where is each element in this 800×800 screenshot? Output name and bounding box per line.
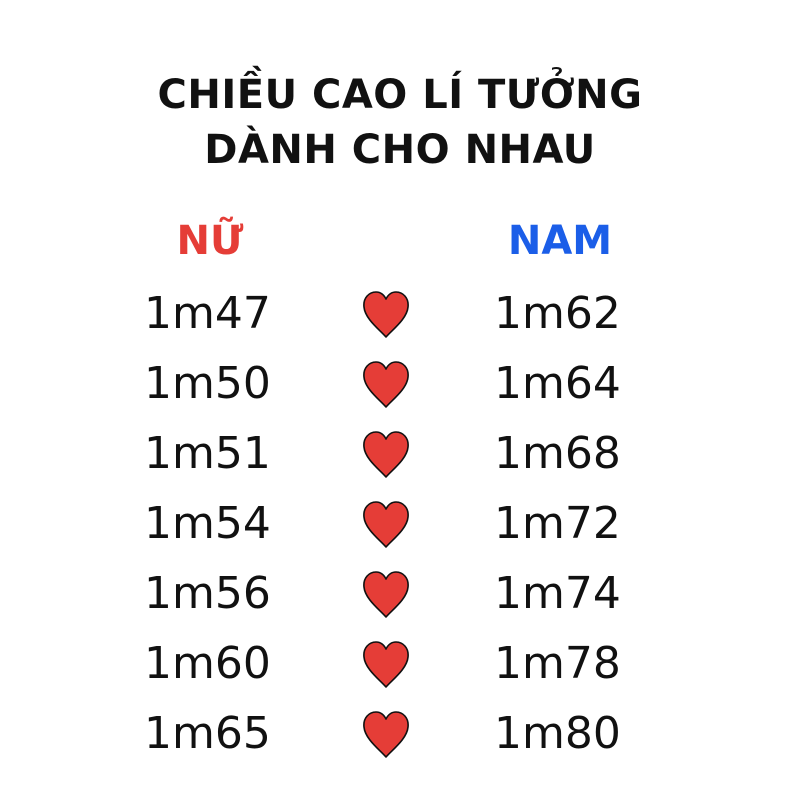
male-height: 1m74 bbox=[494, 568, 621, 619]
male-height: 1m68 bbox=[494, 428, 621, 479]
height-pair-row: 1m51 1m68 bbox=[0, 420, 800, 490]
male-height: 1m64 bbox=[494, 358, 621, 409]
height-pair-row: 1m54 1m72 bbox=[0, 490, 800, 560]
height-pair-row: 1m65 1m80 bbox=[0, 700, 800, 770]
female-height: 1m50 bbox=[144, 358, 271, 409]
male-column-header: NAM bbox=[507, 218, 613, 264]
male-height: 1m62 bbox=[494, 288, 621, 339]
page-title-line-2: DÀNH CHO NHAU bbox=[204, 127, 596, 173]
male-height: 1m80 bbox=[494, 708, 621, 759]
heart-icon bbox=[359, 498, 413, 552]
female-height: 1m56 bbox=[144, 568, 271, 619]
heart-icon bbox=[359, 288, 413, 342]
height-pair-row: 1m50 1m64 bbox=[0, 350, 800, 420]
male-height: 1m78 bbox=[494, 638, 621, 689]
female-height: 1m65 bbox=[144, 708, 271, 759]
female-height: 1m51 bbox=[144, 428, 271, 479]
heart-icon bbox=[359, 568, 413, 622]
female-height: 1m54 bbox=[144, 498, 271, 549]
heart-icon bbox=[359, 638, 413, 692]
heart-icon bbox=[359, 708, 413, 762]
heart-icon bbox=[359, 428, 413, 482]
female-column-header: NỮ bbox=[176, 218, 244, 264]
heart-icon bbox=[359, 358, 413, 412]
height-pair-row: 1m47 1m62 bbox=[0, 280, 800, 350]
male-height: 1m72 bbox=[494, 498, 621, 549]
page-title-line-1: CHIỀU CAO LÍ TƯỞNG bbox=[157, 72, 643, 118]
height-pair-row: 1m56 1m74 bbox=[0, 560, 800, 630]
height-pair-row: 1m60 1m78 bbox=[0, 630, 800, 700]
female-height: 1m47 bbox=[144, 288, 271, 339]
female-height: 1m60 bbox=[144, 638, 271, 689]
